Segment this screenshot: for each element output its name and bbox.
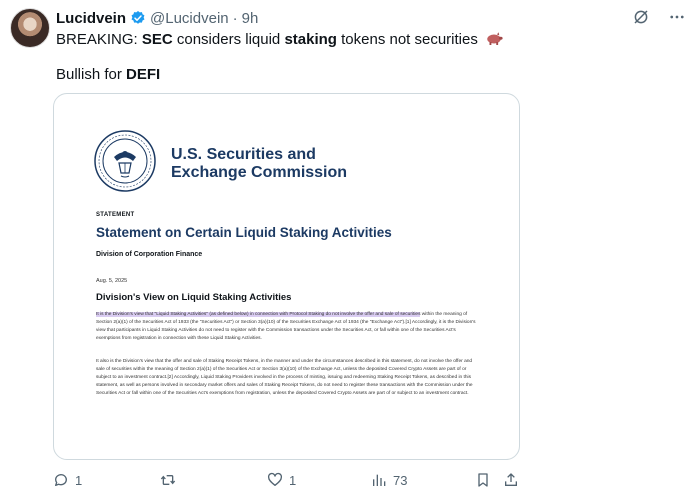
tweet-action-bar: 1 1 73 (53, 472, 518, 490)
tweet-top-actions (632, 8, 686, 26)
sec-seal-icon (94, 130, 156, 192)
reply-count: 1 (75, 472, 83, 488)
repost-icon (160, 475, 176, 485)
text-mid: considers liquid (172, 31, 285, 48)
document-title: Statement on Certain Liquid Staking Acti… (96, 225, 392, 240)
heart-icon (267, 472, 283, 486)
agency-line1: U.S. Securities and (171, 146, 316, 163)
share-icon (505, 473, 517, 486)
text-defi: DEFI (126, 66, 161, 83)
views-button[interactable]: 73 (371, 472, 407, 488)
avatar[interactable] (10, 8, 50, 48)
division-name: Division of Corporation Finance (96, 251, 203, 258)
reply-button[interactable]: 1 (53, 472, 82, 488)
highlighted-text: It is the Division's view that "Liquid S… (96, 312, 421, 317)
attached-image[interactable]: U.S. Securities and Exchange Commission … (53, 93, 520, 460)
tweet-text-line1: BREAKING: SEC considers liquid staking t… (56, 30, 503, 50)
repost-button[interactable] (159, 472, 183, 488)
views-chart-icon (373, 474, 386, 486)
text-staking: staking (284, 31, 337, 48)
tweet-text-line2: Bullish for DEFI (56, 65, 160, 85)
section-heading: Division's View on Liquid Staking Activi… (96, 292, 292, 303)
timestamp[interactable]: 9h (242, 10, 259, 27)
author-name[interactable]: Lucidvein (56, 10, 126, 27)
agency-line2: Exchange Commission (171, 164, 348, 181)
like-count: 1 (289, 472, 297, 488)
paragraph-2: It also is the Division's view that the … (96, 359, 473, 396)
sec-document: U.S. Securities and Exchange Commission … (54, 94, 519, 459)
statement-label: STATEMENT (96, 212, 135, 218)
separator-dot: · (232, 9, 238, 27)
agency-name: U.S. Securities and Exchange Commission (171, 146, 347, 182)
bookmark-button[interactable] (475, 472, 491, 488)
views-count: 73 (393, 472, 408, 488)
tweet-header: Lucidvein @Lucidvein · 9h (56, 8, 258, 28)
share-button[interactable] (503, 472, 519, 488)
text-sec: SEC (141, 31, 173, 48)
grok-icon[interactable] (632, 8, 650, 26)
paragraph-1: It is the Division's view that "Liquid S… (96, 311, 481, 343)
document-date: Aug. 5, 2025 (96, 278, 128, 284)
text-bullish: Bullish for (56, 66, 127, 83)
text-rest: tokens not securities (336, 31, 478, 48)
more-options-icon[interactable] (668, 8, 686, 26)
reply-icon (55, 474, 67, 486)
verified-badge-icon (131, 11, 145, 24)
pig-emoji-icon (487, 32, 503, 45)
author-handle[interactable]: @Lucidvein (150, 10, 229, 27)
bookmark-icon (478, 473, 488, 487)
like-button[interactable]: 1 (267, 472, 296, 488)
text-breaking: BREAKING: (56, 31, 142, 48)
